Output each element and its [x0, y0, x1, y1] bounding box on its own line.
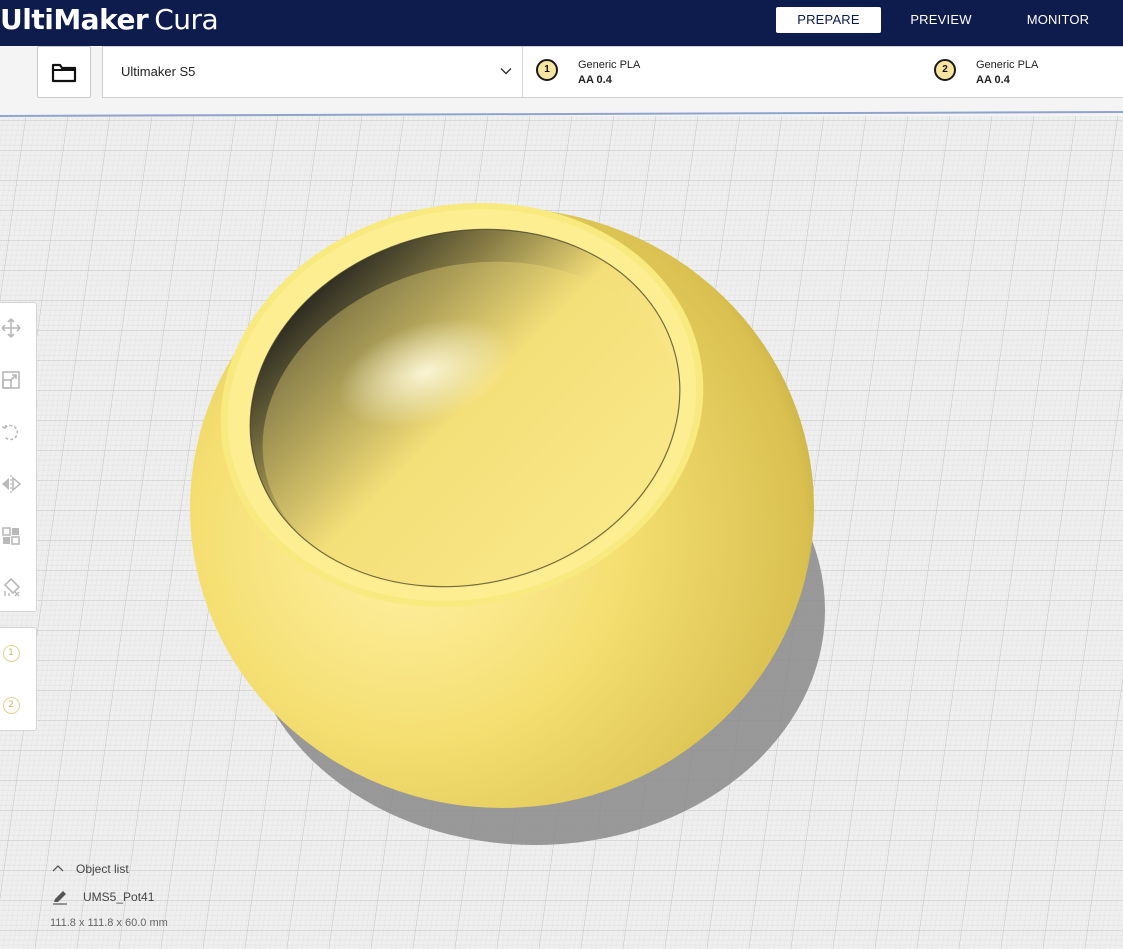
object-list: Object list UMS5_Pot41 111.8 x 111.8 x 6…: [50, 860, 270, 940]
folder-icon: [51, 63, 77, 83]
open-file-button[interactable]: [37, 46, 91, 98]
extruder-2-badge: 2: [934, 59, 956, 81]
extruder-2-material: Generic PLA: [976, 59, 1039, 71]
extruder-1-selector[interactable]: 1 Generic PLA AA 0.4: [536, 47, 836, 97]
per-model-settings-button[interactable]: [0, 524, 24, 548]
extruder-1-badge: 1: [536, 59, 558, 81]
extruder-2-tool-button[interactable]: 2: [0, 693, 24, 717]
extruder-2-tool-badge: 2: [2, 696, 20, 714]
build-plate-scene: [0, 46, 1123, 949]
app-name: Cura: [154, 3, 219, 36]
printer-toolbar: Ultimaker S5 1 Generic PLA AA 0.4 2 Gene…: [102, 46, 1123, 98]
mirror-tool-button[interactable]: [0, 472, 24, 496]
object-list-header: Object list: [76, 862, 129, 876]
printer-selector[interactable]: Ultimaker S5: [103, 47, 523, 97]
extruder-panel: 1 2: [0, 627, 37, 731]
mirror-icon: [2, 475, 22, 493]
app-logo: UltiMaker Cura: [0, 3, 219, 36]
move-tool-button[interactable]: [0, 316, 24, 340]
extruder-2-selector[interactable]: 2 Generic PLA AA 0.4: [934, 47, 1123, 97]
app-header: UltiMaker Cura PREPARE PREVIEW MONITOR: [0, 0, 1123, 46]
extruder-1-material: Generic PLA: [578, 59, 641, 71]
tab-monitor[interactable]: MONITOR: [1012, 7, 1104, 33]
tab-prepare[interactable]: PREPARE: [776, 7, 881, 33]
chevron-up-icon: [52, 865, 64, 872]
tool-panel: [0, 302, 37, 612]
rotate-icon: [1, 424, 19, 441]
extruder-1-tool-button[interactable]: 1: [0, 641, 24, 665]
chevron-down-icon: [500, 68, 512, 75]
extruder-1-core: AA 0.4: [578, 74, 612, 86]
scale-tool-button[interactable]: [0, 368, 24, 392]
pencil-icon: [53, 891, 67, 905]
object-name: UMS5_Pot41: [83, 890, 155, 904]
scale-icon: [2, 371, 20, 389]
move-icon: [1, 318, 21, 338]
printer-name: Ultimaker S5: [121, 64, 196, 79]
support-blocker-button[interactable]: [0, 576, 24, 600]
extruder-1-tool-badge: 1: [2, 644, 20, 662]
support-blocker-icon: [3, 578, 21, 597]
3d-viewport[interactable]: [0, 46, 1123, 949]
tab-preview[interactable]: PREVIEW: [898, 7, 984, 33]
object-dimensions: 111.8 x 111.8 x 60.0 mm: [50, 917, 168, 929]
rotate-tool-button[interactable]: [0, 420, 24, 444]
app-brand: UltiMaker: [0, 3, 149, 36]
per-model-settings-icon: [2, 527, 20, 545]
extruder-2-core: AA 0.4: [976, 74, 1010, 86]
